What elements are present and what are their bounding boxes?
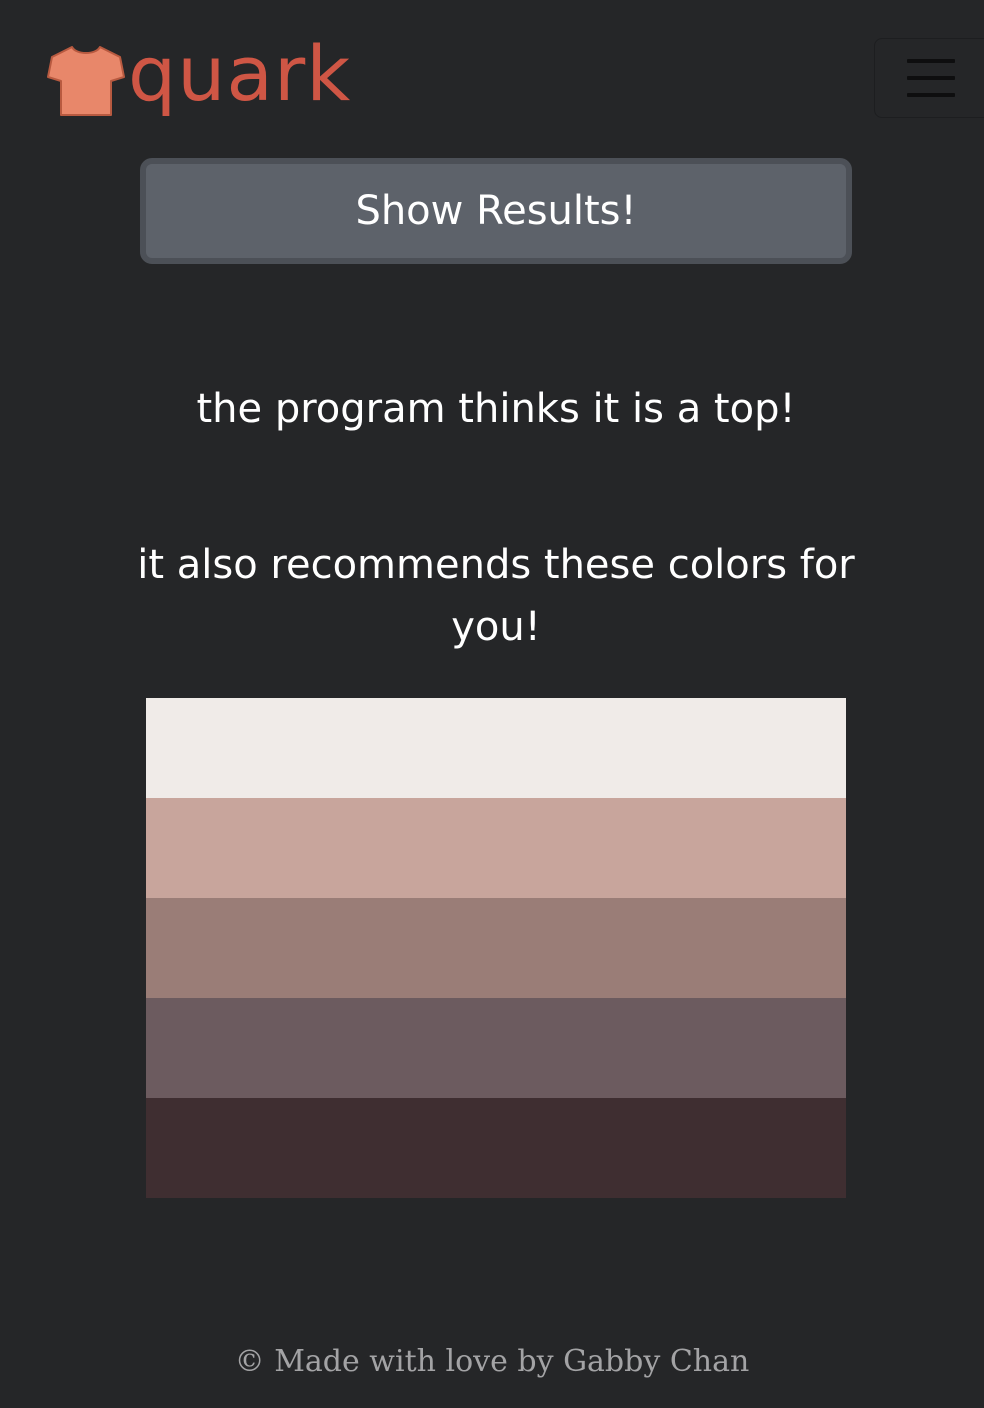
prediction-text: the program thinks it is a top! xyxy=(196,386,796,432)
color-swatch xyxy=(146,998,846,1098)
recommendation-text: it also recommends these colors for you! xyxy=(137,542,855,650)
menu-toggle-button[interactable] xyxy=(874,38,984,118)
footer-credit: © Made with love by Gabby Chan xyxy=(234,1344,750,1379)
brand-name: quark xyxy=(128,29,352,118)
color-swatch xyxy=(146,898,846,998)
color-swatch xyxy=(146,698,846,798)
tshirt-icon xyxy=(47,46,125,116)
show-results-button[interactable]: Show Results! xyxy=(140,158,852,264)
brand-logo-link[interactable]: quark xyxy=(46,36,351,126)
navbar: quark xyxy=(0,0,984,150)
color-swatch xyxy=(146,1098,846,1198)
color-swatch xyxy=(146,798,846,898)
hamburger-menu-icon xyxy=(907,59,955,97)
color-palette xyxy=(146,698,846,1198)
